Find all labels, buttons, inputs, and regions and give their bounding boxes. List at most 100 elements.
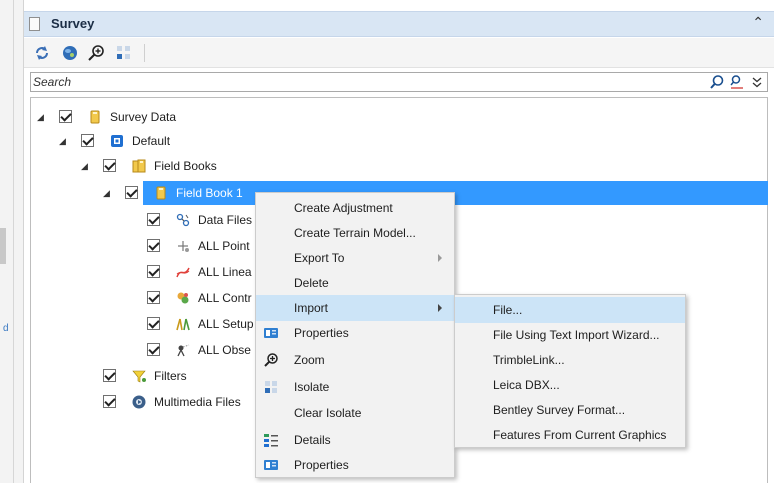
field-books-icon — [132, 159, 146, 173]
menu-item-label: Zoom — [294, 353, 325, 367]
menu-item-label: Create Terrain Model... — [294, 226, 416, 240]
checkbox[interactable] — [147, 343, 160, 356]
submenu-arrow-icon — [438, 254, 442, 262]
tree-node-label: Survey Data — [110, 110, 177, 124]
submenu-item-label: Leica DBX... — [493, 378, 560, 392]
panel-title: Survey — [51, 16, 95, 31]
search-input[interactable] — [33, 74, 673, 90]
tree-node-all-lineal[interactable]: ALL Linea — [31, 260, 271, 284]
submenu-item-file[interactable]: File... — [455, 297, 685, 323]
tree-node-label: ALL Obse — [198, 343, 251, 357]
menu-item-create-terrain-model[interactable]: Create Terrain Model... — [256, 220, 454, 246]
data-files-icon — [176, 213, 190, 227]
tree-node-filters[interactable]: Filters — [31, 364, 271, 388]
refresh-icon[interactable] — [32, 43, 52, 63]
tree-node-field-books[interactable]: ◢ Field Books — [31, 154, 768, 178]
tree-node-data-files[interactable]: Data Files — [31, 208, 271, 232]
document-icon — [29, 17, 40, 31]
checkbox[interactable] — [125, 186, 138, 199]
submenu-item-bentley-survey-format[interactable]: Bentley Survey Format... — [455, 397, 685, 423]
toolbar-separator — [144, 44, 145, 62]
checkbox[interactable] — [147, 317, 160, 330]
menu-item-export-to[interactable]: Export To — [256, 245, 454, 271]
menu-item-delete[interactable]: Delete — [256, 270, 454, 296]
search-options-icon[interactable] — [729, 74, 745, 90]
isolate-icon[interactable] — [114, 43, 134, 63]
properties-icon — [264, 328, 278, 338]
tree-node-label: Filters — [154, 369, 187, 383]
menu-item-import[interactable]: Import — [256, 295, 454, 321]
context-menu: Create Adjustment Create Terrain Model..… — [255, 192, 455, 478]
default-icon — [111, 135, 123, 147]
dock-splitter-handle[interactable] — [0, 228, 6, 264]
tree-node-label: Data Files — [198, 213, 253, 227]
tree-node-survey-data[interactable]: ◢ Survey Data — [31, 105, 768, 129]
menu-item-label: Create Adjustment — [294, 201, 393, 215]
expander-icon[interactable]: ◢ — [81, 161, 91, 171]
submenu-item-label: Bentley Survey Format... — [493, 403, 626, 417]
tree-node-all-setups[interactable]: ALL Setup — [31, 312, 271, 336]
tree-node-label: Multimedia Files — [154, 395, 241, 409]
checkbox[interactable] — [103, 369, 116, 382]
menu-item-label: Properties — [294, 326, 349, 340]
checkbox[interactable] — [147, 265, 160, 278]
menu-item-properties-2[interactable]: Properties — [256, 452, 454, 478]
menu-item-zoom[interactable]: Zoom — [256, 347, 454, 373]
menu-item-details[interactable]: Details — [256, 427, 454, 453]
globe-icon[interactable] — [60, 43, 80, 63]
panel-toolbar — [24, 38, 774, 68]
zoom-icon[interactable] — [86, 43, 106, 63]
tree-node-default[interactable]: ◢ Default — [31, 129, 768, 153]
submenu-item-features-from-graphics[interactable]: Features From Current Graphics — [455, 422, 685, 448]
submenu-item-label: File... — [493, 303, 523, 317]
left-dock-strip: d — [0, 0, 24, 483]
folder-icon — [90, 110, 100, 124]
left-strip-text-fragment: d — [3, 323, 9, 334]
tree-node-all-points[interactable]: ALL Point — [31, 234, 271, 258]
menu-item-label: Isolate — [294, 380, 330, 394]
expander-icon[interactable]: ◢ — [59, 136, 69, 146]
lineal-icon — [176, 267, 190, 278]
tree-node-all-control[interactable]: ALL Contr — [31, 286, 271, 310]
expander-icon[interactable]: ◢ — [103, 188, 113, 198]
checkbox[interactable] — [81, 134, 94, 147]
menu-item-label: Details — [294, 433, 331, 447]
submenu-item-text-import-wizard[interactable]: File Using Text Import Wizard... — [455, 322, 685, 348]
submenu-item-leica-dbx[interactable]: Leica DBX... — [455, 372, 685, 398]
menu-item-label: Delete — [294, 276, 329, 290]
search-icon[interactable] — [709, 74, 725, 90]
menu-item-label: Import — [294, 301, 329, 315]
menu-item-label: Clear Isolate — [294, 406, 362, 420]
expand-search-icon[interactable] — [749, 74, 765, 90]
submenu-item-label: File Using Text Import Wizard... — [493, 328, 660, 342]
checkbox[interactable] — [147, 213, 160, 226]
search-bar — [30, 72, 768, 92]
menu-item-isolate[interactable]: Isolate — [256, 374, 454, 400]
checkbox[interactable] — [147, 239, 160, 252]
panel-titlebar: Survey ⌃ — [24, 11, 774, 37]
tree-node-multimedia-files[interactable]: Multimedia Files — [31, 390, 271, 414]
menu-item-create-adjustment[interactable]: Create Adjustment — [256, 195, 454, 221]
menu-item-clear-isolate[interactable]: Clear Isolate — [256, 400, 454, 426]
tree-node-label: Field Book 1 — [176, 186, 243, 200]
checkbox[interactable] — [147, 291, 160, 304]
collapse-panel-button[interactable]: ⌃ — [752, 14, 764, 31]
menu-item-label: Export To — [294, 251, 345, 265]
tree-node-all-observations[interactable]: ALL Obse — [31, 338, 271, 362]
control-icon — [177, 292, 189, 304]
points-icon — [178, 241, 189, 252]
tree-node-label: ALL Setup — [198, 317, 254, 331]
submenu-arrow-icon — [438, 304, 442, 312]
menu-item-label: Properties — [294, 458, 349, 472]
isolate-icon — [265, 381, 277, 393]
expander-icon[interactable]: ◢ — [37, 112, 47, 122]
submenu-item-label: Features From Current Graphics — [493, 428, 667, 442]
filter-icon — [132, 370, 146, 383]
checkbox[interactable] — [103, 395, 116, 408]
checkbox[interactable] — [103, 159, 116, 172]
menu-item-properties[interactable]: Properties — [256, 320, 454, 346]
setup-icon — [176, 318, 190, 331]
checkbox[interactable] — [59, 110, 72, 123]
tree-node-label: Default — [132, 134, 171, 148]
submenu-item-trimblelink[interactable]: TrimbleLink... — [455, 347, 685, 373]
